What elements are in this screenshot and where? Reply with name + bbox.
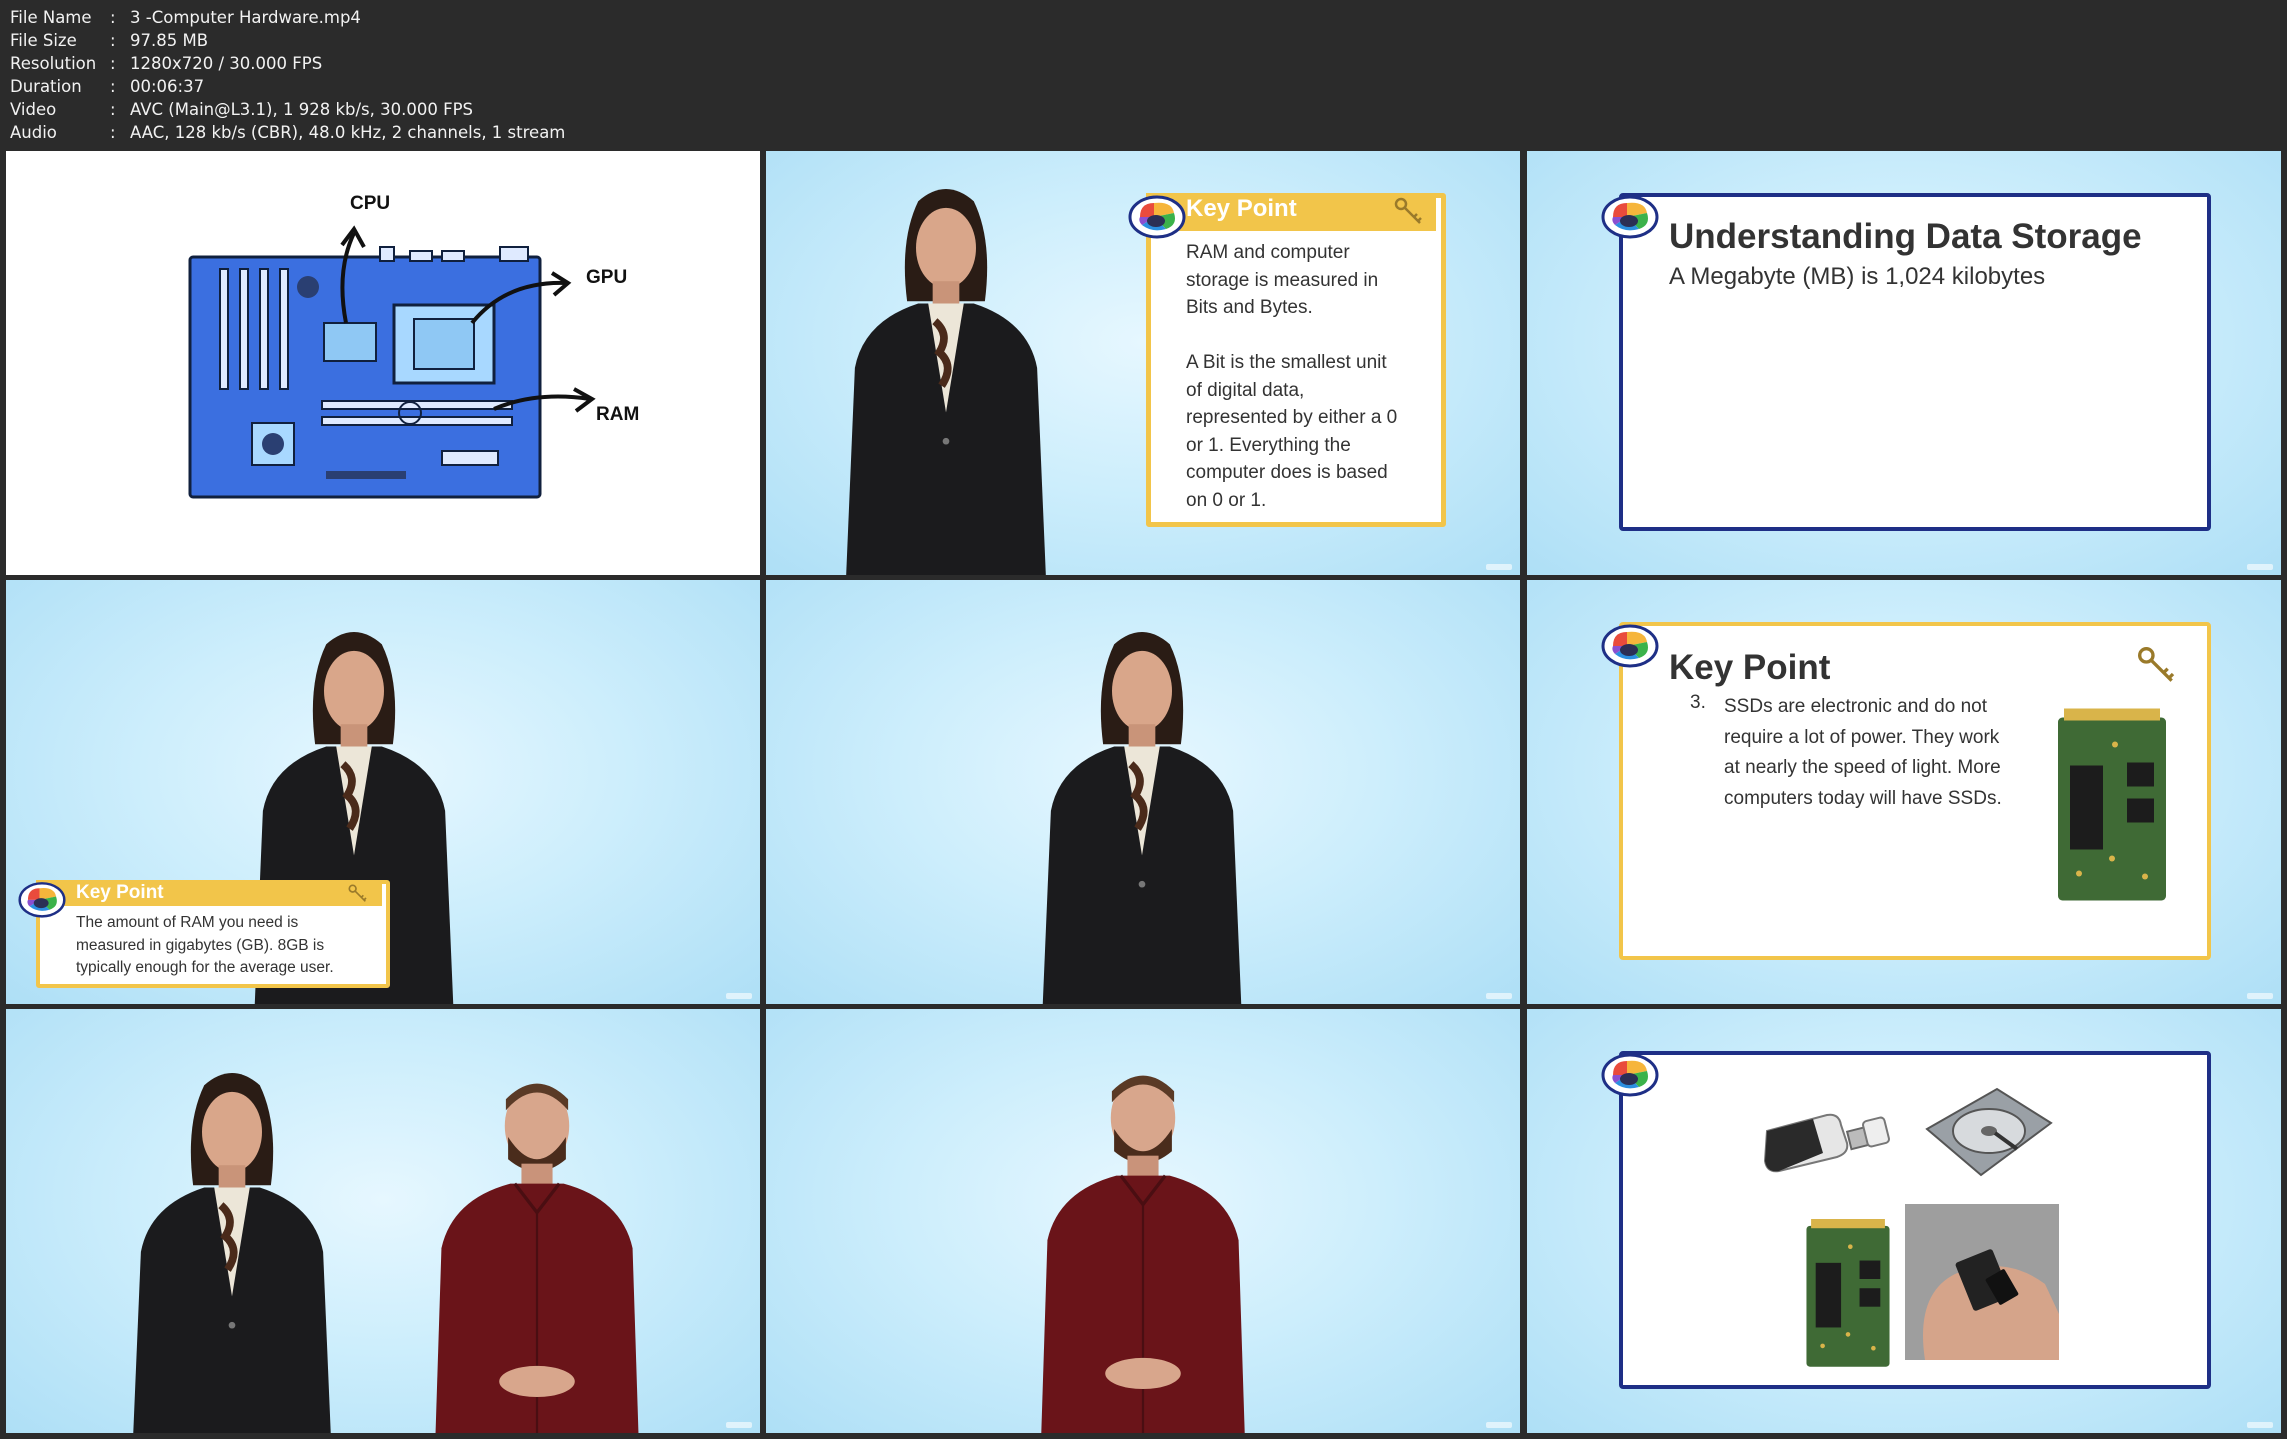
- brain-logo-icon: [18, 880, 66, 918]
- slide-line: SSDs are electronic and do not: [1724, 696, 1987, 717]
- thumbnail-presenter-woman[interactable]: [766, 580, 1520, 1004]
- sd-card-image: [1905, 1204, 2059, 1360]
- presenter-woman: [806, 179, 1086, 575]
- info-separator: :: [110, 31, 116, 50]
- slide-line: computers today will have SSDs.: [1724, 787, 2002, 809]
- key-point-line: typically enough for the average user.: [76, 959, 334, 976]
- thumbnail-two-presenters[interactable]: [6, 1009, 760, 1433]
- info-key: Video: [10, 100, 57, 119]
- key-point-line: Bits and Bytes.: [1186, 297, 1313, 318]
- key-point-line: computer does is based: [1186, 462, 1388, 483]
- thumbnail-motherboard[interactable]: CPU GPU RAM: [6, 151, 760, 575]
- slide-line: at nearly the speed of light. More: [1724, 757, 2001, 778]
- slide-line: require a lot of power. They work: [1724, 726, 2000, 748]
- info-separator: :: [110, 77, 116, 96]
- presenter-woman: [1002, 622, 1282, 1004]
- info-value: 1280x720 / 30.000 FPS: [130, 54, 323, 73]
- info-separator: :: [110, 8, 116, 27]
- file-info-panel: File Name:3 -Computer Hardware.mp4 File …: [10, 6, 565, 144]
- file-info-row: Duration:00:06:37: [10, 75, 565, 98]
- slide-title: Understanding Data Storage: [1669, 217, 2142, 256]
- info-separator: :: [110, 54, 116, 73]
- thumbnail-keypoint-ssd[interactable]: Key Point 3. SSDs are electronic and do …: [1527, 580, 2281, 1004]
- key-icon: [2137, 646, 2177, 686]
- watermark: [1486, 1422, 1512, 1428]
- watermark: [2247, 993, 2273, 999]
- slide-title: Key Point: [1669, 648, 1831, 687]
- cpu-label: CPU: [350, 193, 391, 214]
- info-key: Resolution: [10, 54, 97, 73]
- info-separator: :: [110, 100, 116, 119]
- key-point-heading: Key Point: [1186, 195, 1297, 222]
- key-point-body: RAM and computer storage is measured in …: [1186, 239, 1397, 514]
- key-icon: [348, 884, 368, 904]
- info-value: 3 -Computer Hardware.mp4: [130, 8, 361, 27]
- info-value: 97.85 MB: [130, 31, 209, 50]
- gpu-label: GPU: [586, 267, 628, 288]
- file-info-row: File Size:97.85 MB: [10, 29, 565, 52]
- thumbnail-storage-devices[interactable]: [1527, 1009, 2281, 1433]
- brain-logo-icon: [1601, 1051, 1659, 1097]
- info-key: Audio: [10, 123, 57, 142]
- watermark: [2247, 1422, 2273, 1428]
- brain-logo-icon: [1128, 193, 1186, 239]
- key-point-line: The amount of RAM you need is: [76, 914, 299, 931]
- key-point-line: storage is measured in: [1186, 269, 1379, 291]
- file-info-row: Video: AVC (Main@L3.1), 1 928 kb/s, 30.00…: [10, 98, 565, 121]
- slide-body: SSDs are electronic and do not require a…: [1724, 692, 2002, 814]
- info-key: File Size: [10, 31, 77, 50]
- key-point-line: A Bit is the smallest unit: [1186, 352, 1387, 373]
- info-key: Duration: [10, 77, 82, 96]
- key-point-line: [1186, 322, 1397, 350]
- key-point-line: RAM and computer: [1186, 242, 1350, 263]
- presenter-man: [392, 1057, 682, 1433]
- file-info-row: Audio: AAC, 128 kb/s (CBR), 48.0 kHz, 2 c…: [10, 121, 565, 144]
- info-key: File Name: [10, 8, 92, 27]
- watermark: [726, 564, 752, 570]
- info-value: 00:06:37: [130, 77, 205, 96]
- key-point-heading: Key Point: [76, 882, 164, 903]
- thumbnail-data-storage[interactable]: Understanding Data Storage A Megabyte (M…: [1527, 151, 2281, 575]
- key-icon: [1394, 197, 1424, 227]
- ssd-image: [2055, 708, 2169, 904]
- key-point-line: of digital data,: [1186, 379, 1305, 401]
- presenter-woman: [92, 1063, 372, 1433]
- file-info-row: File Name:3 -Computer Hardware.mp4: [10, 6, 565, 29]
- key-point-body: The amount of RAM you need is measured i…: [76, 912, 334, 980]
- watermark: [726, 1422, 752, 1428]
- info-value: AVC (Main@L3.1), 1 928 kb/s, 30.000 FPS: [130, 100, 474, 119]
- ram-label: RAM: [596, 404, 640, 425]
- hard-drive-image: [1925, 1087, 2053, 1177]
- thumbnail-presenter-man[interactable]: [766, 1009, 1520, 1433]
- key-point-line: on 0 or 1.: [1186, 489, 1267, 511]
- watermark: [2247, 564, 2273, 570]
- brain-logo-icon: [1601, 193, 1659, 239]
- presenter-man: [998, 1049, 1288, 1433]
- brain-logo-icon: [1601, 622, 1659, 668]
- watermark: [726, 993, 752, 999]
- thumbnail-keypoint-bits[interactable]: Key Point RAM and computer storage is me…: [766, 151, 1520, 575]
- key-point-line: measured in gigabytes (GB). 8GB is: [76, 936, 325, 954]
- info-separator: :: [110, 123, 116, 142]
- key-point-line: represented by either a 0: [1186, 407, 1398, 428]
- slide-subtitle: A Megabyte (MB) is 1,024 kilobytes: [1669, 263, 2046, 290]
- watermark: [1486, 993, 1512, 999]
- file-info-row: Resolution:1280x720 / 30.000 FPS: [10, 52, 565, 75]
- thumbnail-keypoint-ram[interactable]: Key Point The amount of RAM you need is …: [6, 580, 760, 1004]
- ssd-image: [1803, 1219, 1893, 1369]
- usb-drive-image: [1763, 1113, 1890, 1173]
- info-value: AAC, 128 kb/s (CBR), 48.0 kHz, 2 channel…: [130, 123, 566, 142]
- watermark: [1486, 564, 1512, 570]
- list-number: 3.: [1690, 692, 1706, 713]
- key-point-line: or 1. Everything the: [1186, 434, 1351, 456]
